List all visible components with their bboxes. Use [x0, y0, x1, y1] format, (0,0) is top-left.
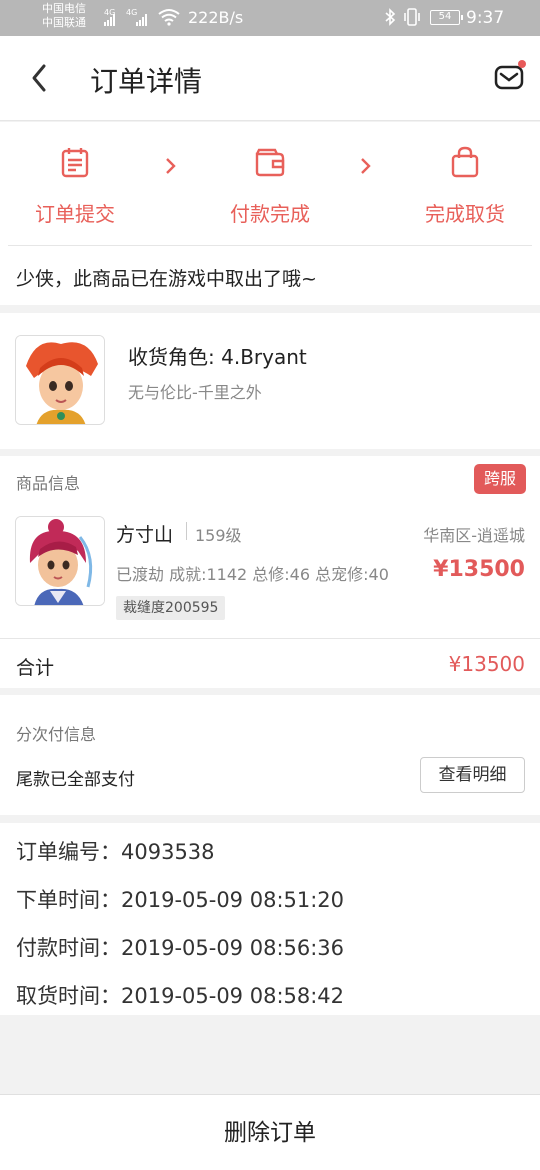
- mail-icon: [494, 65, 524, 90]
- goods-name: 方寸山: [116, 524, 174, 546]
- order-number-row: 订单编号：4093538: [16, 836, 215, 866]
- cross-server-badge: 跨服: [474, 464, 526, 494]
- goods-info-section: 商品信息 跨服 方寸山 159级 华南区-逍遥城 已渡劫 成就:1142 总修:…: [0, 456, 540, 688]
- unread-dot: [518, 60, 526, 68]
- goods-price: ¥13500: [433, 557, 525, 582]
- order-progress: 订单提交 付款完成 完成取货: [0, 122, 540, 247]
- divider: [0, 638, 540, 639]
- clock: 9:37: [466, 8, 505, 28]
- bluetooth-icon: [384, 8, 396, 30]
- status-bar: 中国电信 中国联通 4G 4G 222B/s 54 9:37: [0, 0, 540, 36]
- battery-icon: 54: [430, 10, 463, 25]
- step-payment-complete: 付款完成: [210, 146, 330, 227]
- chevron-right-icon: [164, 156, 178, 182]
- order-time-row: 下单时间：2019-05-09 08:51:20: [16, 884, 344, 914]
- total-label: 合计: [16, 657, 55, 679]
- receiver-role: 收货角色: 4.Bryant: [128, 341, 307, 370]
- signal-icon: [104, 12, 115, 26]
- bottom-bar: 删除订单: [0, 1094, 540, 1170]
- messages-button[interactable]: [494, 64, 526, 92]
- notice-text: 少侠，此商品已在游戏中取出了哦~: [16, 268, 317, 290]
- goods-region: 华南区-逍遥城: [423, 526, 525, 545]
- info-label: 取货时间：: [16, 984, 121, 1008]
- info-value: 4093538: [121, 840, 215, 864]
- info-label: 下单时间：: [16, 888, 121, 912]
- info-value: 2019-05-09 08:58:42: [121, 984, 345, 1008]
- section-title: 商品信息: [16, 474, 81, 493]
- installment-status: 尾款已全部支付: [16, 770, 135, 790]
- wallet-icon: [255, 148, 285, 177]
- carrier-1: 中国电信: [42, 2, 86, 15]
- back-button[interactable]: [24, 58, 60, 98]
- installment-section: 分次付信息 尾款已全部支付 查看明细: [0, 695, 540, 815]
- receiver-avatar: [15, 335, 105, 425]
- info-label: 订单编号：: [16, 840, 121, 864]
- calendar-icon: [61, 148, 89, 178]
- delete-order-button[interactable]: 删除订单: [0, 1095, 540, 1170]
- chevron-right-icon: [359, 156, 373, 182]
- payment-time-row: 付款时间：2019-05-09 08:56:36: [16, 932, 344, 962]
- vibrate-icon: [402, 7, 422, 31]
- info-label: 付款时间：: [16, 936, 121, 960]
- receiver-server: 无与伦比-千里之外: [128, 383, 262, 402]
- goods-avatar: [15, 516, 105, 606]
- separator: [186, 522, 187, 540]
- goods-stats: 已渡劫 成就:1142 总修:46 总宠修:40: [116, 565, 389, 584]
- pickup-time-row: 取货时间：2019-05-09 08:58:42: [16, 980, 344, 1010]
- step-pickup-complete: 完成取货: [405, 146, 525, 227]
- app-header: 订单详情: [0, 36, 540, 121]
- step-label: 订单提交: [35, 202, 115, 226]
- page-title: 订单详情: [90, 65, 203, 98]
- info-value: 2019-05-09 08:51:20: [121, 888, 345, 912]
- wifi-icon: [158, 8, 180, 31]
- network-speed: 222B/s: [188, 8, 244, 27]
- chevron-left-icon: [32, 64, 46, 92]
- bag-icon: [451, 146, 479, 178]
- receiver-role-label: 收货角色:: [128, 345, 215, 369]
- divider: [8, 245, 532, 246]
- view-details-button[interactable]: 查看明细: [420, 757, 525, 793]
- signal-icon: [136, 12, 147, 26]
- total-value: ¥13500: [448, 652, 525, 676]
- carrier-2: 中国联通: [42, 16, 86, 29]
- receiver-role-name: 4.Bryant: [221, 345, 307, 369]
- battery-level: 54: [438, 11, 452, 22]
- goods-tag: 裁缝度200595: [116, 596, 226, 620]
- goods-level: 159级: [195, 526, 242, 545]
- carrier-names: 中国电信 中国联通: [42, 2, 86, 30]
- order-info-section: 订单编号：4093538 下单时间：2019-05-09 08:51:20 付款…: [0, 823, 540, 1015]
- step-label: 付款完成: [230, 202, 310, 226]
- info-value: 2019-05-09 08:56:36: [121, 936, 345, 960]
- step-order-submitted: 订单提交: [15, 146, 135, 227]
- step-label: 完成取货: [425, 202, 505, 226]
- pickup-notice: 少侠，此商品已在游戏中取出了哦~: [0, 247, 540, 305]
- receiver-card: 收货角色: 4.Bryant 无与伦比-千里之外: [0, 313, 540, 449]
- section-title: 分次付信息: [16, 725, 97, 744]
